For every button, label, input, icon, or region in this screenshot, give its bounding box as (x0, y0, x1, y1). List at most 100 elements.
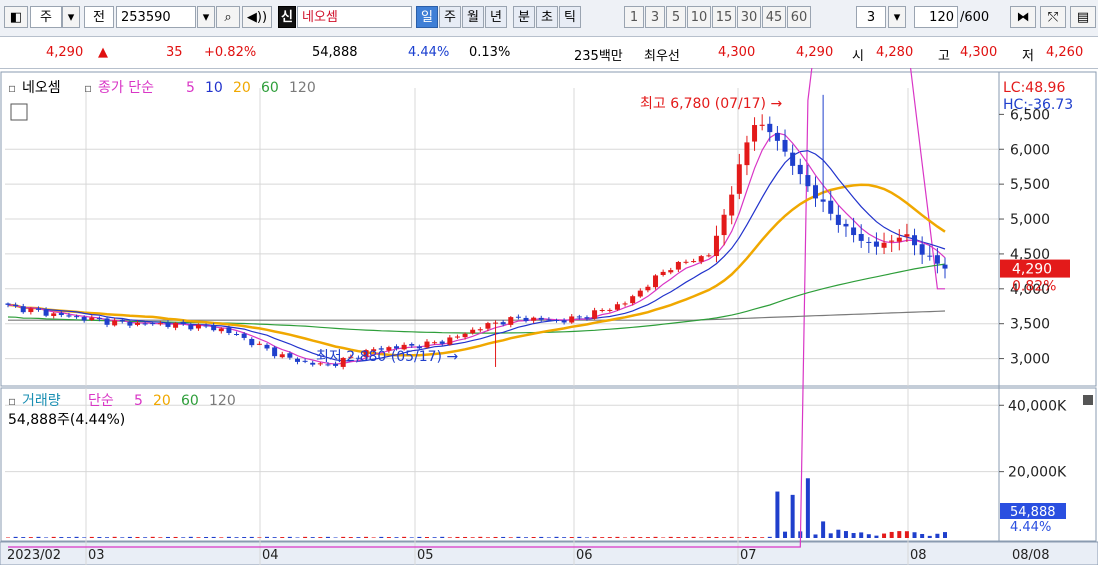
sound-icon[interactable]: ◀)) (242, 6, 272, 28)
volume-bar (364, 536, 369, 538)
code-input[interactable]: 253590 (116, 6, 196, 28)
indicator-icon[interactable]: ⤲ (1040, 6, 1066, 28)
price-tick-label: 3,000 (1010, 352, 1050, 368)
candle-body (127, 322, 133, 326)
volume-bar (287, 536, 292, 538)
volume-legend-period: 120 (209, 393, 236, 409)
minute-tab-45[interactable]: 45 (762, 6, 786, 28)
prefix-button[interactable]: 전 (84, 6, 114, 28)
minute-tab-10[interactable]: 10 (687, 6, 711, 28)
minute-tab-60[interactable]: 60 (787, 6, 811, 28)
volume-bar (280, 537, 285, 538)
type-dropdown[interactable]: 주 (30, 6, 62, 28)
code-dropdown-icon[interactable]: ▾ (197, 6, 215, 28)
collapse-icon (1083, 395, 1093, 405)
volume-bar (348, 537, 353, 538)
volume-bar (242, 537, 247, 538)
candle-body (561, 320, 567, 323)
candle-body (904, 234, 910, 237)
minute-tab-15[interactable]: 15 (712, 6, 736, 28)
volume-bar (790, 494, 795, 538)
volume-bar (904, 531, 909, 538)
volume-bar (409, 537, 414, 538)
volume-bar (699, 537, 704, 538)
date-label: 04 (262, 548, 279, 563)
interval-dropdown-icon[interactable]: ▾ (888, 6, 906, 28)
period-tab-1[interactable]: 주 (439, 6, 461, 28)
period-tab-6[interactable]: 틱 (559, 6, 581, 28)
candle-body (538, 317, 544, 320)
volume-bar (59, 537, 64, 538)
candle-body (272, 347, 278, 357)
volume-bar (386, 537, 391, 538)
interval-select[interactable]: 3 (856, 6, 886, 28)
volume-bar (295, 537, 300, 538)
volume-bar (36, 536, 41, 538)
candle-body (774, 133, 780, 141)
candle-body (28, 308, 34, 313)
candle-body (584, 317, 590, 319)
volume-bar (28, 537, 33, 538)
price-legend-period: 10 (205, 80, 223, 96)
volume-bar (935, 533, 940, 538)
volume-bar (630, 536, 635, 538)
volume-bar (44, 537, 49, 538)
volume: 54,888 (312, 45, 358, 60)
minute-tab-30[interactable]: 30 (737, 6, 761, 28)
candle-body (493, 322, 499, 324)
period-tab-4[interactable]: 분 (513, 6, 535, 28)
volume-bar (394, 537, 399, 538)
candle-body (447, 337, 453, 345)
candle-body (767, 123, 773, 133)
candle-body (188, 325, 194, 330)
volume-bar (737, 537, 742, 538)
candle-body (462, 333, 468, 338)
volume-legend-title: 거래량 (22, 393, 61, 409)
price-legend-period: 60 (261, 80, 279, 96)
volume-bar (447, 537, 452, 538)
candle-body (668, 270, 674, 273)
candle-body (614, 304, 620, 310)
chevron-down-icon[interactable]: ▾ (62, 6, 80, 28)
low-label: 저 (1022, 49, 1034, 64)
save-icon[interactable]: ▤ (1070, 6, 1096, 28)
period-tab-0[interactable]: 일 (416, 6, 438, 28)
minute-tab-5[interactable]: 5 (666, 6, 686, 28)
volume-bar (402, 536, 407, 538)
volume-bar (866, 534, 871, 538)
candle-body (234, 333, 240, 335)
price-legend-period: 120 (289, 80, 316, 96)
stock-chart: 2023/02 03 04 05 06 07 08 08/083,0003,5004,0004… (0, 68, 1098, 565)
volume-bar (584, 537, 589, 538)
name-input[interactable]: 네오셈 (297, 6, 412, 28)
candle-body (310, 362, 316, 365)
period-tab-2[interactable]: 월 (462, 6, 484, 28)
date-label: 03 (88, 548, 105, 563)
period-tab-3[interactable]: 년 (485, 6, 507, 28)
candle-body (218, 328, 224, 332)
price-legend-period: 5 (186, 80, 195, 96)
candle-body (165, 322, 171, 327)
candle-body (896, 237, 902, 242)
current-pct-label: 0.82% (1012, 279, 1056, 295)
search-icon[interactable]: ⌕ (216, 6, 240, 28)
volume-bar (615, 536, 620, 538)
volume-bar (691, 536, 696, 538)
period-tab-5[interactable]: 초 (536, 6, 558, 28)
volume-bar (272, 537, 277, 538)
chart-tool-icon[interactable]: ⧓ (1010, 6, 1036, 28)
volume-bar (249, 536, 254, 538)
volume-bar (310, 537, 315, 538)
candle-body (264, 344, 270, 349)
volume-bar (371, 537, 376, 538)
layout-icon[interactable]: ◧ (4, 6, 28, 28)
count-input[interactable]: 120 (914, 6, 958, 28)
low: 4,260 (1046, 45, 1084, 60)
minute-tab-3[interactable]: 3 (645, 6, 665, 28)
volume-bar (592, 536, 597, 538)
minute-tab-1[interactable]: 1 (624, 6, 644, 28)
type-label: 주 (40, 10, 52, 25)
candle-body (782, 139, 788, 152)
candle-body (698, 256, 704, 262)
volume-tick-label: 40,000K (1008, 398, 1067, 414)
